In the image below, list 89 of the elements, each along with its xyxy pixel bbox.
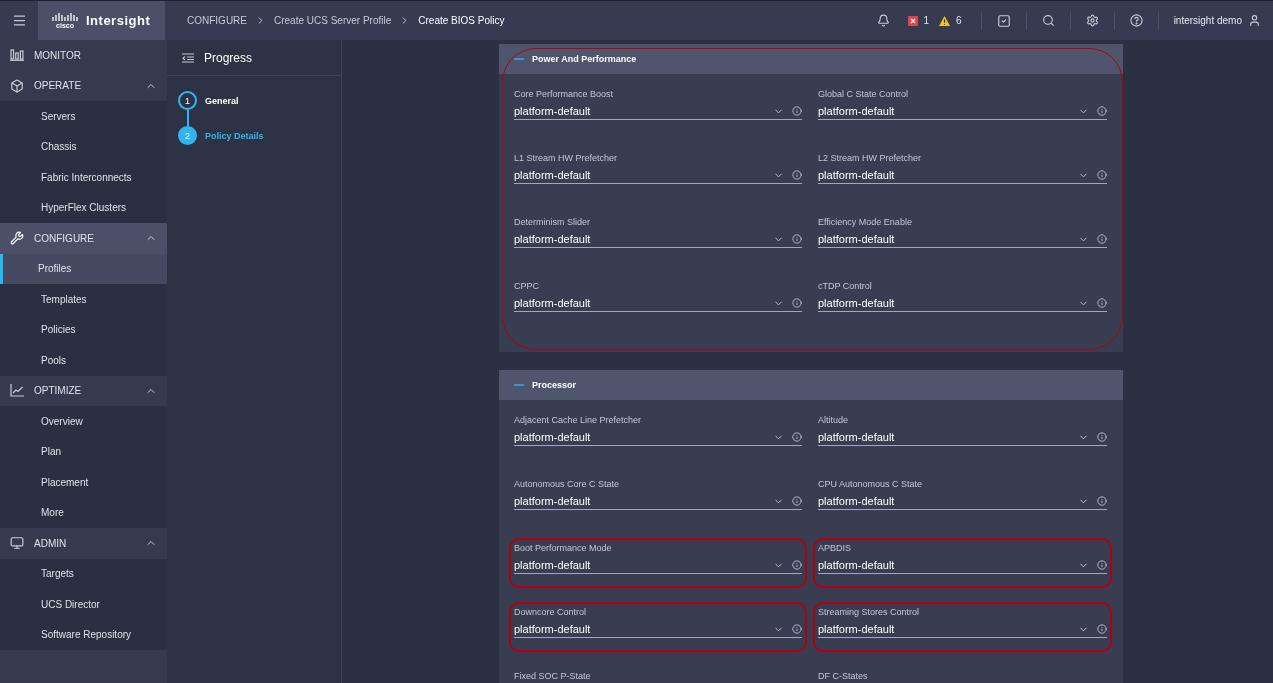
select-field[interactable]: CPU Autonomous C State platform-default	[818, 479, 1107, 519]
list-icon	[182, 52, 194, 63]
breadcrumb-link[interactable]: Create UCS Server Profile	[274, 15, 392, 26]
info-icon[interactable]	[792, 560, 802, 570]
nav-item[interactable]: Placement	[0, 467, 167, 498]
card-title: Power And Performance	[532, 54, 637, 64]
select-field[interactable]: DF C-States	[818, 671, 1107, 683]
nav-item[interactable]: UCS Director	[0, 589, 167, 620]
nav-item[interactable]: Plan	[0, 436, 167, 467]
nav-section[interactable]: OPERATE	[0, 70, 167, 101]
select-field[interactable]: Core Performance Boost platform-default	[514, 89, 802, 129]
info-icon[interactable]	[1097, 298, 1107, 308]
nav-item[interactable]: Servers	[0, 101, 167, 132]
select-field[interactable]: Autonomous Core C State platform-default	[514, 479, 802, 519]
nav-item[interactable]: Policies	[0, 314, 167, 345]
progress-title: Progress	[204, 50, 253, 65]
monitor-icon	[10, 536, 24, 551]
card-header[interactable]: Power And Performance	[499, 44, 1123, 74]
user-name[interactable]: intersight demo	[1173, 15, 1242, 26]
info-icon[interactable]	[1097, 496, 1107, 506]
nav-section[interactable]: CONFIGURE	[0, 223, 167, 254]
info-icon[interactable]	[1097, 234, 1107, 244]
product-name: Intersight	[86, 13, 151, 28]
nav-item[interactable]: Overview	[0, 406, 167, 437]
nav-item[interactable]: Fabric Interconnects	[0, 162, 167, 193]
error-count: 1	[923, 15, 930, 26]
nav-item[interactable]: More	[0, 497, 167, 528]
step-number: 2	[178, 126, 197, 145]
settings-icon[interactable]	[1085, 14, 1099, 27]
warning-icon	[939, 15, 951, 26]
line-chart-icon	[10, 384, 24, 398]
select-field[interactable]: Adjacent Cache Line Prefetcher platform-default	[514, 415, 802, 455]
select-field[interactable]: cTDP Control platform-default	[818, 281, 1107, 321]
info-icon[interactable]	[792, 298, 802, 308]
cube-icon	[10, 78, 24, 93]
bar-chart-icon	[10, 49, 24, 62]
card-title: Processor	[532, 380, 577, 390]
info-icon[interactable]	[1097, 624, 1107, 634]
nav-section[interactable]: MONITOR	[0, 40, 167, 71]
select-field[interactable]: Fixed SOC P-State	[514, 671, 802, 683]
info-icon[interactable]	[792, 234, 802, 244]
card-header[interactable]: Processor	[499, 370, 1123, 400]
help-icon[interactable]	[1129, 14, 1143, 27]
tools-icon	[10, 231, 24, 246]
select-field[interactable]: CPPC platform-default	[514, 281, 802, 321]
user-icon[interactable]	[1248, 14, 1261, 27]
nav-item[interactable]: HyperFlex Clusters	[0, 192, 167, 223]
select-field[interactable]: Altitude platform-default	[818, 415, 1107, 455]
select-field[interactable]: Boot Performance Mode platform-default	[514, 543, 802, 583]
progress-step[interactable]: 2 Policy Details	[178, 126, 341, 145]
info-icon[interactable]	[792, 106, 802, 116]
search-icon[interactable]	[1041, 14, 1055, 27]
warning-count: 6	[956, 15, 962, 26]
nav-item[interactable]: Profiles	[0, 253, 167, 284]
info-icon[interactable]	[792, 432, 802, 442]
select-field[interactable]: Global C State Control platform-default	[818, 89, 1107, 129]
info-icon[interactable]	[1097, 432, 1107, 442]
step-label: General	[205, 95, 239, 106]
nav-item[interactable]: Software Repository	[0, 619, 167, 650]
select-field[interactable]: Downcore Control platform-default	[514, 607, 802, 647]
nav-item[interactable]: Pools	[0, 345, 167, 376]
task-check-icon[interactable]	[996, 13, 1011, 28]
notifications-icon[interactable]	[876, 14, 890, 27]
breadcrumb-link[interactable]: Create BIOS Policy	[418, 15, 505, 26]
breadcrumb-link[interactable]: CONFIGURE	[187, 15, 247, 26]
select-field[interactable]: Determinism Slider platform-default	[514, 217, 802, 257]
select-field[interactable]: Efficiency Mode Enable platform-default	[818, 217, 1107, 257]
error-icon	[907, 15, 918, 26]
info-icon[interactable]	[792, 496, 802, 506]
info-icon[interactable]	[1097, 560, 1107, 570]
nav-item[interactable]: Templates	[0, 284, 167, 315]
step-connector	[186, 110, 189, 126]
step-label: Policy Details	[205, 130, 264, 141]
nav-item[interactable]: Targets	[0, 558, 167, 589]
menu-icon[interactable]	[11, 13, 27, 28]
logo-bars-icon	[52, 12, 78, 21]
select-field[interactable]: L1 Stream HW Prefetcher platform-default	[514, 153, 802, 193]
select-field[interactable]: APBDIS platform-default	[818, 543, 1107, 583]
info-icon[interactable]	[792, 170, 802, 180]
info-icon[interactable]	[1097, 106, 1107, 116]
nav-section[interactable]: ADMIN	[0, 528, 167, 559]
select-field[interactable]: L2 Stream HW Prefetcher platform-default	[818, 153, 1107, 193]
progress-step[interactable]: 1 General	[178, 91, 341, 110]
info-icon[interactable]	[792, 624, 802, 634]
nav-item[interactable]: Chassis	[0, 131, 167, 162]
nav-section[interactable]: OPTIMIZE	[0, 375, 167, 406]
step-number: 1	[178, 91, 197, 110]
info-icon[interactable]	[1097, 170, 1107, 180]
select-field[interactable]: Streaming Stores Control platform-default	[818, 607, 1107, 647]
